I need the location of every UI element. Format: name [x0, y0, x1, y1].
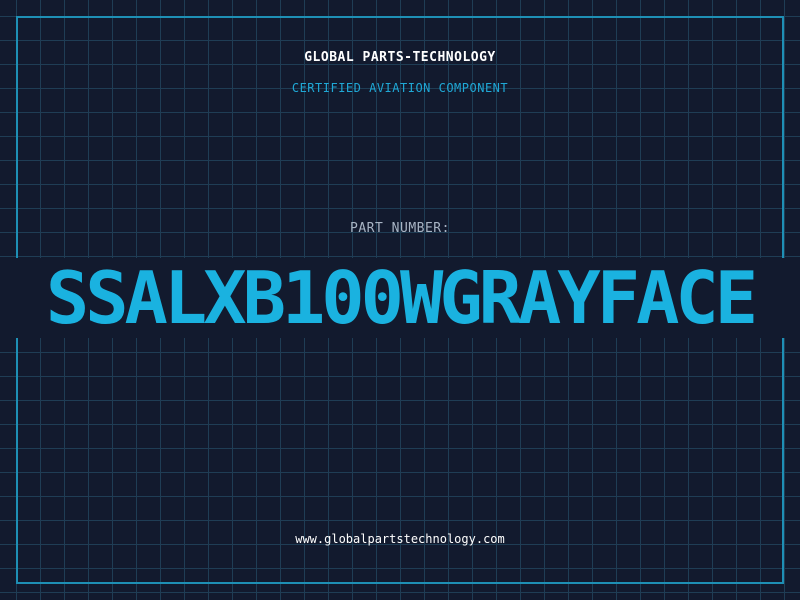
- company-name: GLOBAL PARTS-TECHNOLOGY: [304, 50, 496, 65]
- certification-subtitle: CERTIFIED AVIATION COMPONENT: [291, 81, 509, 95]
- part-number-band: SSALXB100WGRAYFACE: [0, 258, 800, 338]
- part-number-label: PART NUMBER:: [350, 221, 450, 236]
- website-url: www.globalpartstechnology.com: [295, 532, 505, 546]
- part-number-value: SSALXB100WGRAYFACE: [45, 258, 758, 338]
